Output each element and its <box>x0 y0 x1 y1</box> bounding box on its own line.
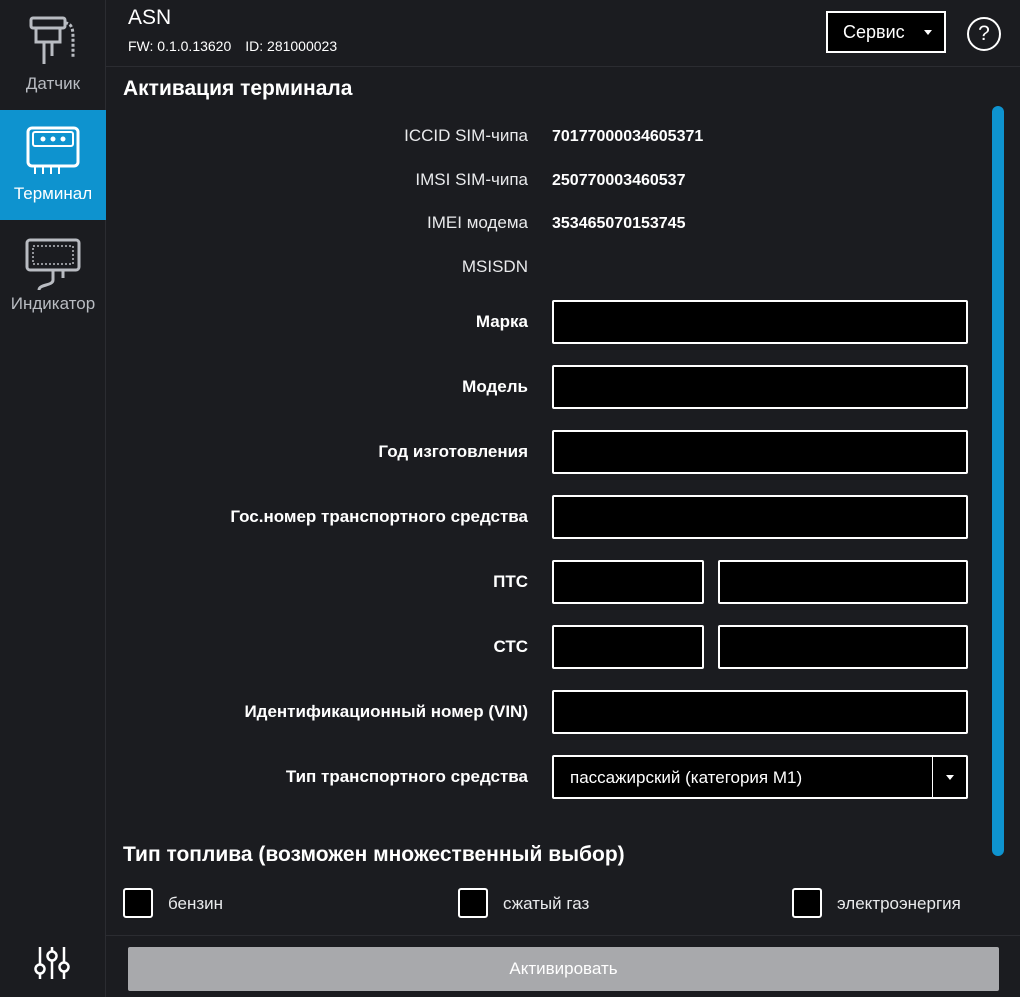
imsi-value: 250770003460537 <box>552 172 686 189</box>
sidebar-item-indicator[interactable]: Индикатор <box>0 220 106 330</box>
sidebar: Датчик Терминал Индикатор <box>0 0 106 997</box>
help-icon[interactable]: ? <box>967 17 1001 51</box>
select-divider <box>932 757 933 797</box>
vin-label: Идентификационный номер (VIN) <box>244 702 528 721</box>
service-dropdown-button[interactable]: Сервис <box>826 11 946 53</box>
terminal-icon <box>26 126 80 174</box>
app-title: ASN <box>128 6 172 29</box>
sidebar-item-label: Индикатор <box>10 294 96 313</box>
footer-divider <box>106 935 1020 936</box>
sidebar-item-sensor[interactable]: Датчик <box>0 0 106 110</box>
sidebar-item-label: Терминал <box>13 184 93 203</box>
vehicle-type-select[interactable]: пассажирский (категория М1) <box>552 755 968 799</box>
iccid-value: 70177000034605371 <box>552 128 704 145</box>
fuel-checkbox-petrol[interactable] <box>123 888 153 918</box>
imei-label: IMEI модема <box>427 213 528 232</box>
fuel-checkbox-gas[interactable] <box>458 888 488 918</box>
pts-number-input[interactable] <box>718 560 968 604</box>
chevron-down-icon <box>924 30 932 35</box>
scrollbar[interactable] <box>992 106 1004 856</box>
plate-number-input[interactable] <box>552 495 968 539</box>
sts-number-input[interactable] <box>718 625 968 669</box>
fuel-label-electric: электроэнергия <box>837 894 961 913</box>
imsi-label: IMSI SIM-чипа <box>415 170 528 189</box>
year-label: Год изготовления <box>378 442 528 461</box>
model-label: Модель <box>462 377 528 396</box>
settings-sliders-icon[interactable] <box>32 945 72 981</box>
service-label: Сервис <box>843 21 905 42</box>
brand-label: Марка <box>475 312 528 331</box>
vehicle-type-label: Тип транспортного средства <box>285 767 528 786</box>
msisdn-label: MSISDN <box>461 257 528 276</box>
header: ASN FW: 0.1.0.13620 ID: 281000023 Сервис … <box>106 0 1020 67</box>
brand-input[interactable] <box>552 300 968 344</box>
plate-label: Гос.номер транспортного средства <box>230 507 528 526</box>
device-id: ID: 281000023 <box>245 38 338 54</box>
pts-series-input[interactable] <box>552 560 704 604</box>
indicator-icon <box>25 238 81 291</box>
vehicle-type-value: пассажирский (категория М1) <box>570 768 803 787</box>
pts-label: ПТС <box>493 572 528 591</box>
iccid-label: ICCID SIM-чипа <box>404 126 528 145</box>
fuel-label-petrol: бензин <box>168 894 224 913</box>
sidebar-item-terminal[interactable]: Терминал <box>0 110 106 220</box>
sts-series-input[interactable] <box>552 625 704 669</box>
section-title-fuel: Тип топлива (возможен множественный выбо… <box>123 843 625 866</box>
vin-input[interactable] <box>552 690 968 734</box>
chevron-down-icon <box>946 775 954 780</box>
imei-value: 353465070153745 <box>552 215 686 232</box>
firmware-info: FW: 0.1.0.13620 ID: 281000023 <box>128 38 337 54</box>
year-input[interactable] <box>552 430 968 474</box>
fuel-checkbox-electric[interactable] <box>792 888 822 918</box>
activate-button[interactable]: Активировать <box>128 947 999 991</box>
fuel-label-gas: сжатый газ <box>503 894 590 913</box>
firmware-version: FW: 0.1.0.13620 <box>128 38 232 54</box>
model-input[interactable] <box>552 365 968 409</box>
sidebar-item-label: Датчик <box>25 74 81 93</box>
sensor-icon <box>29 16 75 64</box>
sts-label: СТС <box>493 637 528 656</box>
section-title-activation: Активация терминала <box>123 77 353 100</box>
